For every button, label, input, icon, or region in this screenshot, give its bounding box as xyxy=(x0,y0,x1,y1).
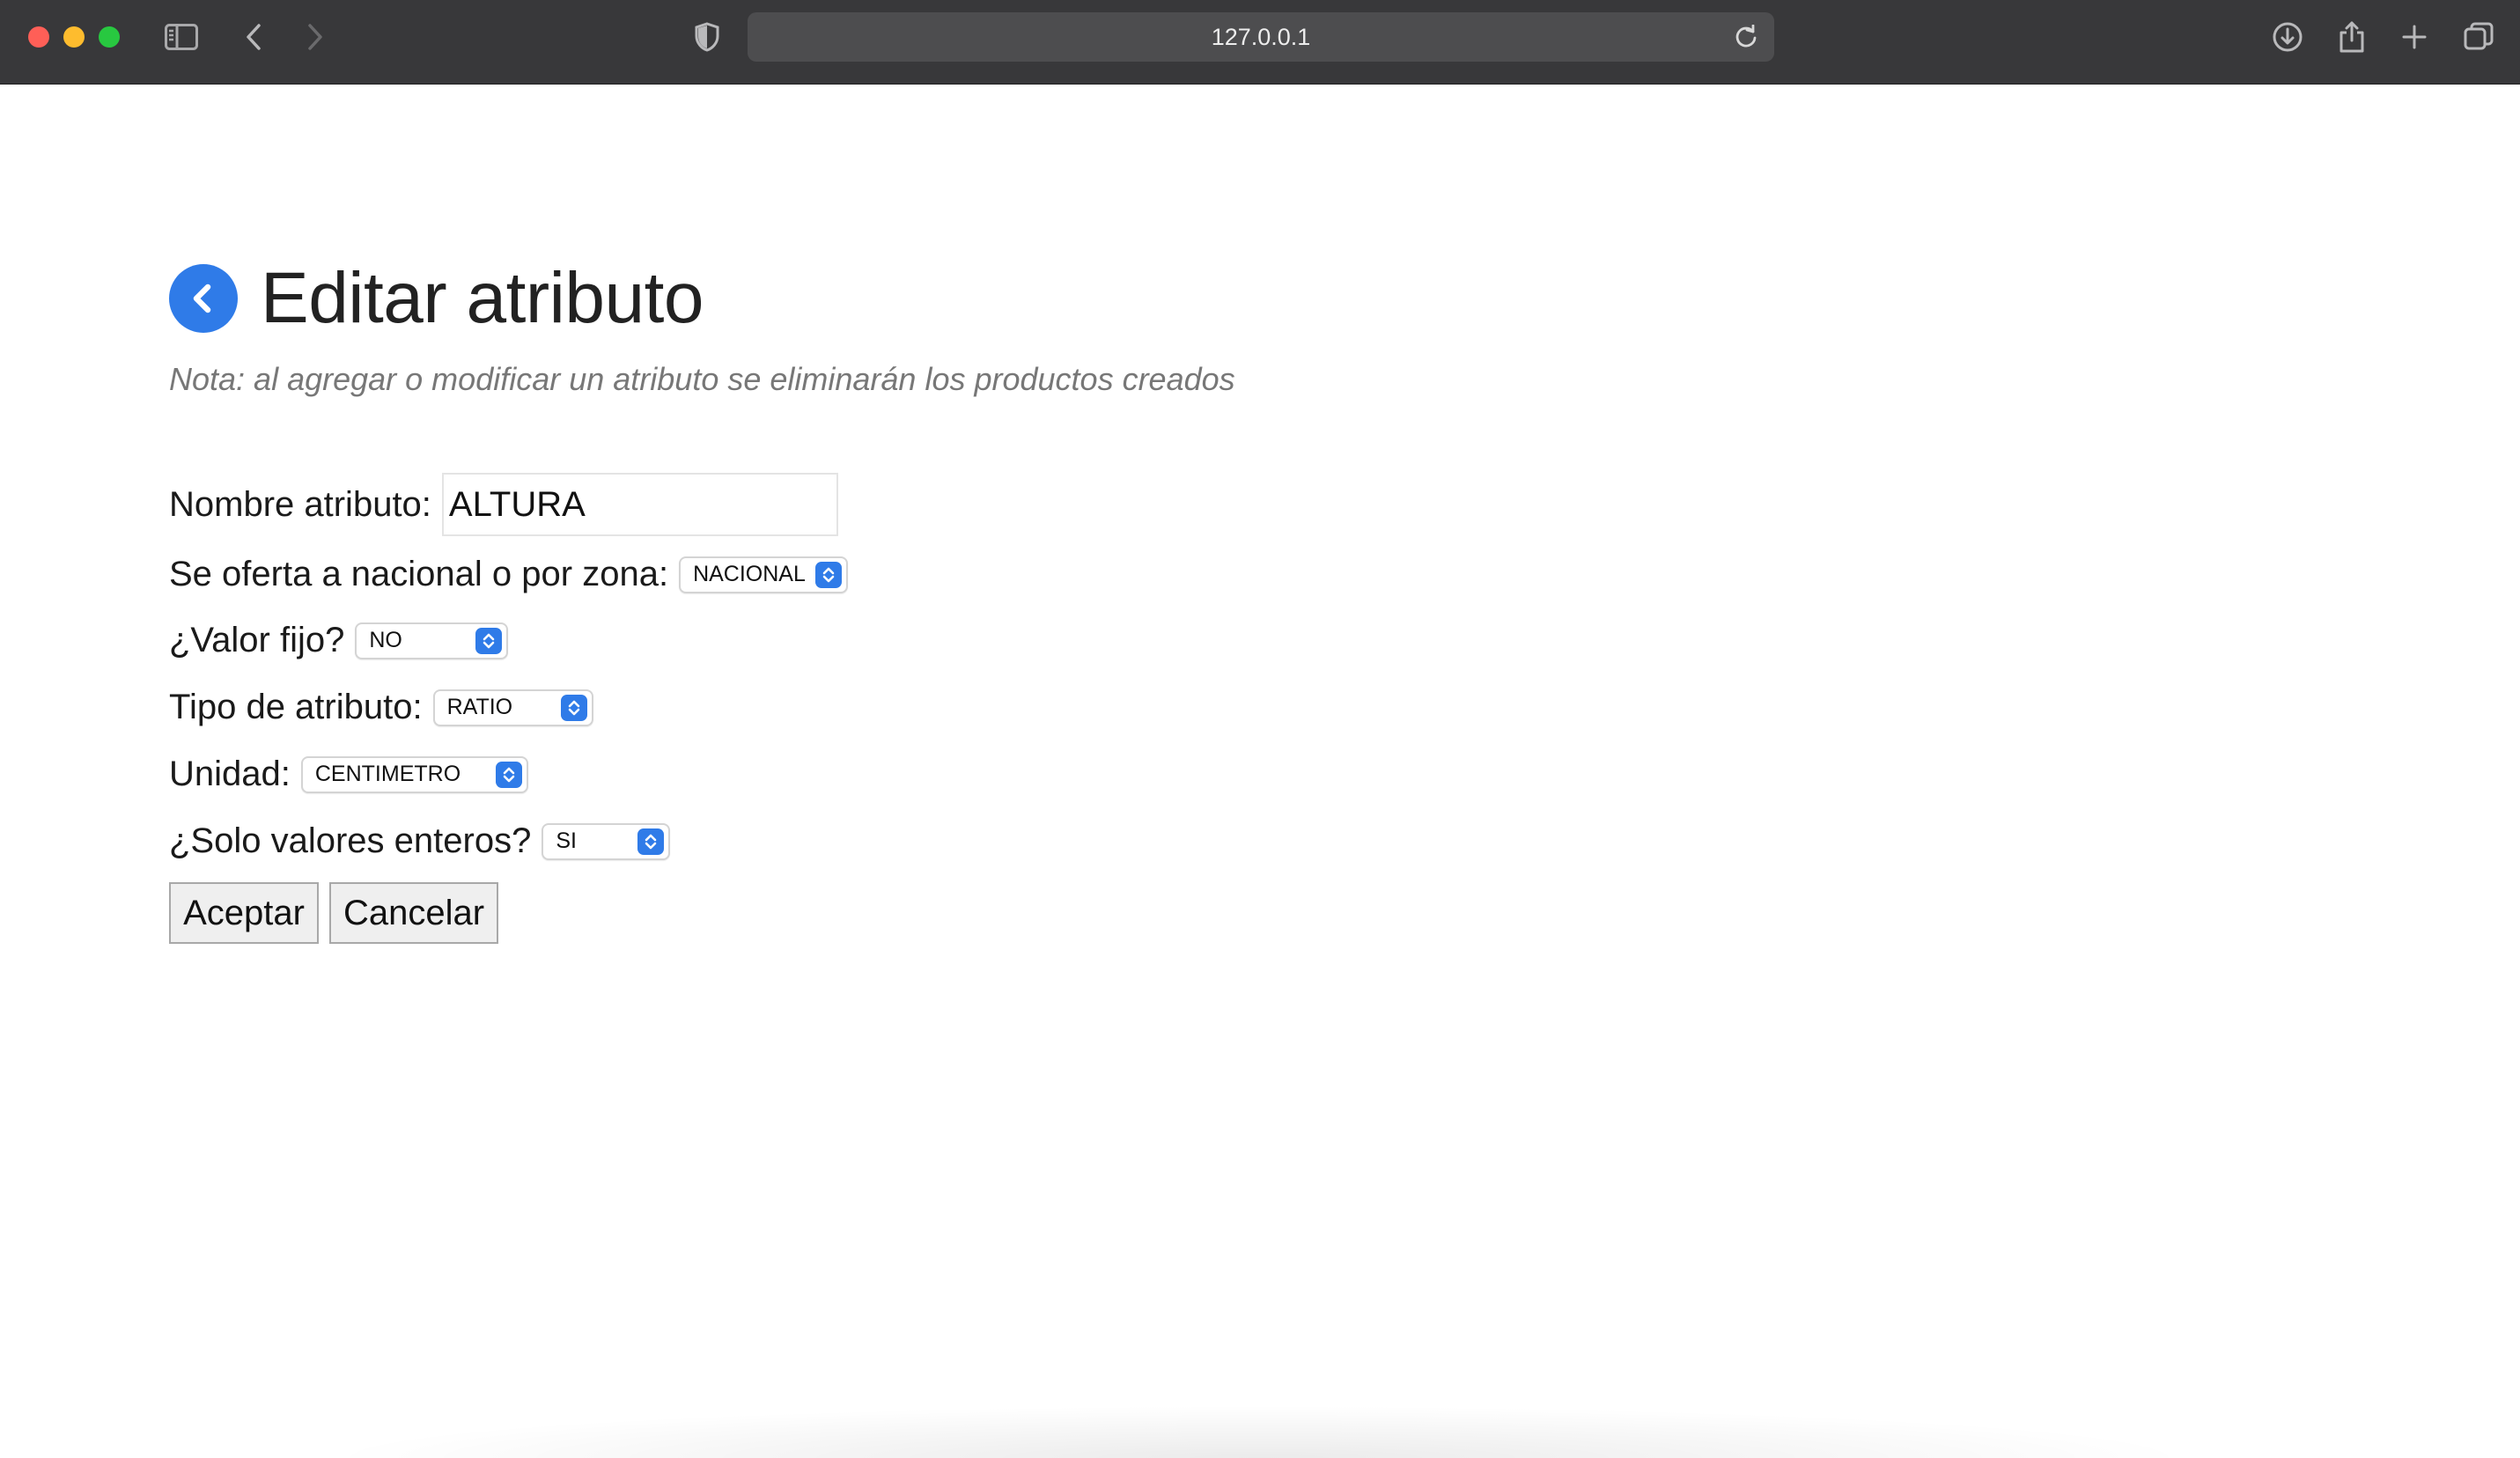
form-row-tipo: Tipo de atributo: RATIO xyxy=(169,688,593,727)
bottom-shadow xyxy=(317,1405,2201,1458)
url-text: 127.0.0.1 xyxy=(1211,23,1311,50)
cancelar-button[interactable]: Cancelar xyxy=(329,882,498,944)
new-tab-icon[interactable] xyxy=(2397,19,2432,55)
nombre-label: Nombre atributo: xyxy=(169,484,431,524)
warning-note: Nota: al agregar o modificar un atributo… xyxy=(169,361,1235,397)
aceptar-button[interactable]: Aceptar xyxy=(169,882,319,944)
select-stepper-icon xyxy=(637,828,665,855)
enteros-select[interactable]: SI xyxy=(542,822,671,860)
address-bar[interactable]: 127.0.0.1 xyxy=(748,12,1774,62)
nombre-atributo-input[interactable]: ALTURA xyxy=(441,473,838,536)
valor-fijo-label: ¿Valor fijo? xyxy=(169,621,345,659)
form-row-nombre: Nombre atributo: ALTURA xyxy=(169,473,838,536)
reload-icon[interactable] xyxy=(1734,24,1758,49)
tipo-atributo-select[interactable]: RATIO xyxy=(432,688,593,726)
unidad-label: Unidad: xyxy=(169,755,291,793)
select-stepper-icon xyxy=(560,694,587,721)
page-content: Editar atributo Nota: al agregar o modif… xyxy=(0,85,2520,1458)
form-row-enteros: ¿Solo valores enteros? SI xyxy=(169,821,671,861)
oferta-select[interactable]: NACIONAL xyxy=(679,556,849,593)
page-title: Editar atributo xyxy=(261,258,704,338)
downloads-icon[interactable] xyxy=(2270,19,2305,55)
oferta-label: Se oferta a nacional o por zona: xyxy=(169,555,669,593)
close-window-button[interactable] xyxy=(28,26,49,48)
form-actions: Aceptar Cancelar xyxy=(169,882,498,944)
select-stepper-icon xyxy=(475,627,503,654)
minimize-window-button[interactable] xyxy=(63,26,85,48)
enteros-label: ¿Solo valores enteros? xyxy=(169,821,532,860)
form-row-valor-fijo: ¿Valor fijo? NO xyxy=(169,621,509,660)
privacy-shield-icon[interactable] xyxy=(689,19,725,55)
unidad-selected-value: CENTIMETRO xyxy=(314,762,461,786)
form-row-oferta: Se oferta a nacional o por zona: NACIONA… xyxy=(169,555,849,594)
tipo-label: Tipo de atributo: xyxy=(169,688,423,726)
share-icon[interactable] xyxy=(2334,19,2369,55)
valor-fijo-selected-value: NO xyxy=(369,628,402,652)
page-heading: Editar atributo xyxy=(169,258,704,338)
tab-overview-icon[interactable] xyxy=(2461,19,2496,55)
back-arrow-icon[interactable] xyxy=(169,264,238,333)
forward-nav-icon[interactable] xyxy=(298,19,333,55)
select-stepper-icon xyxy=(815,561,843,588)
back-nav-icon[interactable] xyxy=(236,19,271,55)
select-stepper-icon xyxy=(495,761,522,788)
nombre-atributo-value: ALTURA xyxy=(448,484,586,524)
unidad-select[interactable]: CENTIMETRO xyxy=(300,755,528,793)
sidebar-toggle-icon[interactable] xyxy=(164,19,199,55)
enteros-selected-value: SI xyxy=(556,828,577,853)
form-row-unidad: Unidad: CENTIMETRO xyxy=(169,755,528,794)
browser-toolbar: 127.0.0.1 xyxy=(0,0,2520,85)
oferta-selected-value: NACIONAL xyxy=(693,562,806,586)
valor-fijo-select[interactable]: NO xyxy=(355,622,509,659)
tipo-selected-value: RATIO xyxy=(446,695,513,719)
zoom-window-button[interactable] xyxy=(99,26,120,48)
